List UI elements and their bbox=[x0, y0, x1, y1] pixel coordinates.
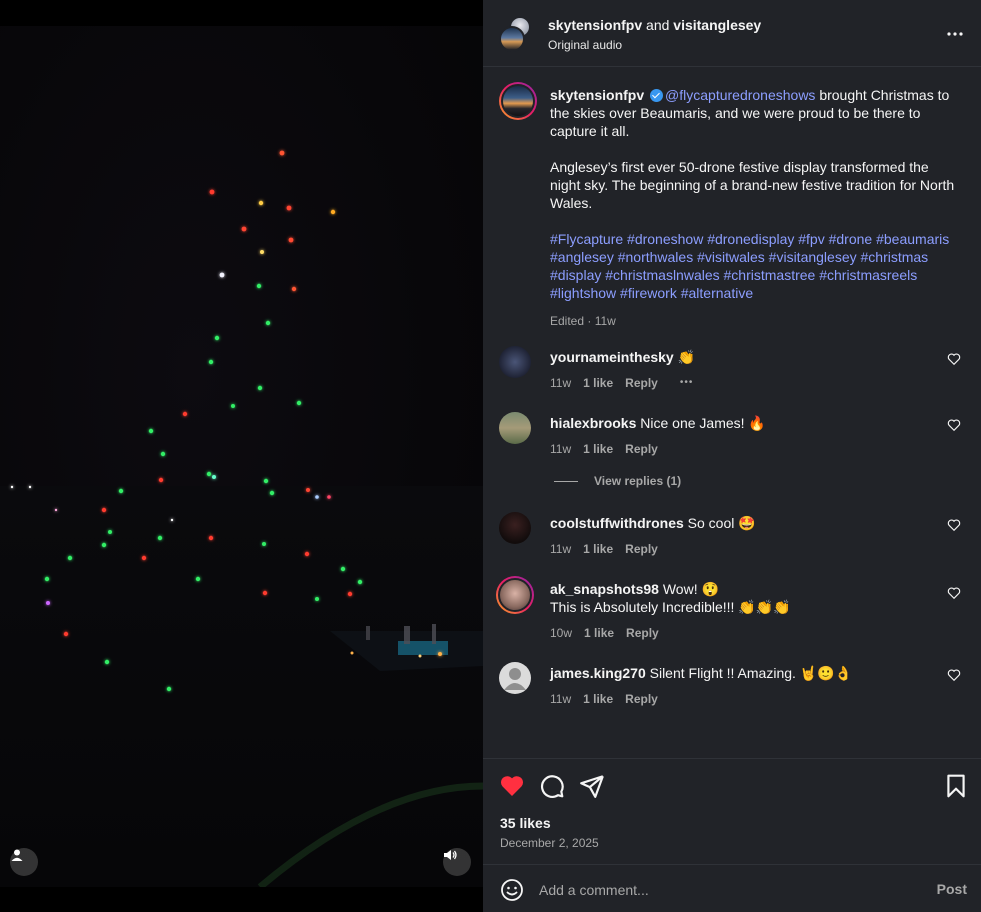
comment-username[interactable]: ak_snapshots98 bbox=[550, 581, 659, 597]
person-icon bbox=[11, 849, 23, 861]
caption-username[interactable]: skytensionfpv bbox=[550, 87, 644, 103]
caption-paragraph: Anglesey’s first ever 50-drone festive d… bbox=[550, 159, 955, 211]
drone-show-video-frame bbox=[0, 150, 483, 887]
avatar[interactable] bbox=[496, 576, 534, 614]
comment-likes[interactable]: 1 like bbox=[583, 540, 613, 558]
comment-likes[interactable]: 1 like bbox=[583, 374, 613, 392]
user-tags-button[interactable] bbox=[10, 848, 38, 876]
like-heart-icon[interactable] bbox=[499, 773, 525, 799]
comment-text: 👏 bbox=[677, 349, 696, 365]
divider bbox=[554, 480, 578, 482]
comment-text: Wow! 😲 bbox=[662, 581, 719, 597]
comment-likes[interactable]: 1 like bbox=[584, 624, 614, 642]
verified-badge-icon bbox=[650, 89, 664, 102]
post-authors: skytensionfpv and visitanglesey bbox=[548, 17, 761, 33]
comment-time: 11w bbox=[550, 442, 572, 456]
bookmark-icon[interactable] bbox=[943, 773, 969, 799]
comment-time: 11w bbox=[550, 542, 572, 556]
comment-username[interactable]: coolstuffwithdrones bbox=[550, 515, 684, 531]
collab-avatars[interactable] bbox=[499, 16, 533, 52]
post-details-panel: skytensionfpv and visitanglesey Original… bbox=[483, 0, 981, 912]
heart-icon[interactable] bbox=[947, 418, 961, 432]
emoji-icon[interactable] bbox=[500, 878, 524, 902]
comment-likes[interactable]: 1 like bbox=[583, 440, 613, 458]
comment-time: 10w bbox=[550, 626, 573, 640]
comment-likes[interactable]: 1 like bbox=[583, 690, 613, 708]
post-date: December 2, 2025 bbox=[500, 836, 599, 850]
reply-button[interactable]: Reply bbox=[625, 690, 658, 708]
comment-time: 11w bbox=[550, 692, 572, 706]
mute-toggle-button[interactable] bbox=[443, 848, 471, 876]
reply-button[interactable]: Reply bbox=[625, 440, 658, 458]
post-comment-button[interactable]: Post bbox=[937, 881, 967, 897]
default-avatar-icon bbox=[504, 668, 526, 690]
reply-button[interactable]: Reply bbox=[625, 374, 658, 392]
comment-username[interactable]: yournameinthesky bbox=[550, 349, 674, 365]
post-header: skytensionfpv and visitanglesey Original… bbox=[483, 0, 981, 66]
heart-icon[interactable] bbox=[947, 668, 961, 682]
avatar[interactable] bbox=[499, 662, 531, 694]
view-replies-label: View replies (1) bbox=[594, 474, 682, 488]
add-comment-bar: Post bbox=[483, 864, 981, 912]
and-text: and bbox=[646, 17, 670, 33]
comment-text: This is Absolutely Incredible!!! 👏👏👏 bbox=[550, 599, 791, 615]
speaker-icon bbox=[444, 850, 457, 860]
avatar bbox=[499, 26, 525, 52]
caption-hashtags[interactable]: #Flycapture #droneshow #dronedisplay #fp… bbox=[550, 230, 960, 302]
reply-button[interactable]: Reply bbox=[626, 624, 659, 642]
edited-timestamp: Edited · 11w bbox=[550, 314, 616, 328]
view-replies-button[interactable]: View replies (1) bbox=[554, 474, 681, 488]
reply-button[interactable]: Reply bbox=[625, 540, 658, 558]
author-link[interactable]: skytensionfpv bbox=[548, 17, 642, 33]
heart-icon[interactable] bbox=[947, 518, 961, 532]
comment-text: Nice one James! 🔥 bbox=[640, 415, 766, 431]
heart-icon[interactable] bbox=[947, 352, 961, 366]
comment-options-button[interactable]: ••• bbox=[680, 374, 694, 392]
avatar[interactable] bbox=[499, 512, 531, 544]
divider bbox=[483, 66, 981, 67]
video-player[interactable] bbox=[0, 26, 483, 887]
mention-link[interactable]: @flycapturedroneshows bbox=[665, 87, 815, 103]
author-link[interactable]: visitanglesey bbox=[673, 17, 761, 33]
post-actions: 35 likes December 2, 2025 bbox=[483, 758, 981, 864]
more-horizontal-icon bbox=[947, 32, 963, 36]
share-icon[interactable] bbox=[579, 773, 605, 799]
avatar[interactable] bbox=[499, 346, 531, 378]
post-media bbox=[0, 0, 483, 912]
comment-text: So cool 🤩 bbox=[687, 515, 756, 531]
comment-text: Silent Flight !! Amazing. 🤘🙂👌 bbox=[649, 665, 853, 681]
heart-icon[interactable] bbox=[947, 586, 961, 600]
comment-time: 11w bbox=[550, 376, 572, 390]
more-options-button[interactable] bbox=[947, 26, 963, 38]
avatar[interactable] bbox=[499, 412, 531, 444]
likes-count[interactable]: 35 likes bbox=[500, 815, 551, 831]
audio-link[interactable]: Original audio bbox=[548, 38, 622, 52]
comment-input[interactable] bbox=[539, 879, 909, 901]
comment-username[interactable]: james.king270 bbox=[550, 665, 646, 681]
comment-username[interactable]: hialexbrooks bbox=[550, 415, 636, 431]
avatar[interactable] bbox=[499, 82, 537, 120]
comment-icon[interactable] bbox=[539, 773, 565, 799]
